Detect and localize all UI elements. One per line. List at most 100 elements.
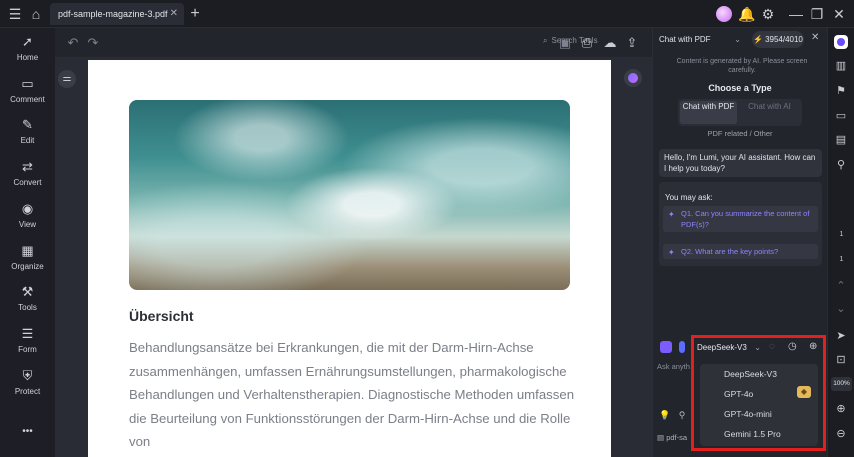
fields-icon[interactable]: ▤ xyxy=(833,132,849,148)
highlight-box xyxy=(691,335,826,451)
view-icon: ◉ xyxy=(21,201,34,216)
print-icon[interactable]: ⎙ xyxy=(579,35,595,51)
right-rail: ▥ ⚑ ▭ ▤ ⚲ 1 1 ⌃ ⌄ ➤ ⊡ 100% ⊕ ⊖ xyxy=(827,28,854,457)
sidebar-item-label: Home xyxy=(16,53,39,62)
file-icon: ▤ xyxy=(657,433,665,442)
page-down-icon[interactable]: ⌄ xyxy=(833,301,849,317)
filter-icon[interactable]: ⚌ xyxy=(58,70,76,88)
assistant-greeting: Hello, I'm Lumi, your AI assistant. How … xyxy=(659,149,822,177)
sidebar-item-edit[interactable]: ✎ Edit xyxy=(0,117,55,153)
sparkle-icon: ✦ xyxy=(668,210,675,219)
edit-icon: ✎ xyxy=(22,117,33,132)
sidebar-item-label: Convert xyxy=(13,178,42,187)
chevron-down-icon: ⌄ xyxy=(734,35,741,44)
sidebar-item-label: Tools xyxy=(18,303,37,312)
select-cursor-icon[interactable]: ➤ xyxy=(833,328,849,344)
credits-count: 3954/4010 xyxy=(765,35,803,44)
lightbulb-icon[interactable]: 💡 xyxy=(659,410,670,420)
chat-with-ai-option[interactable]: Chat with AI xyxy=(741,101,798,124)
page-total: 1 xyxy=(839,256,844,263)
sidebar-item-label: Organize xyxy=(11,262,44,271)
attached-file-name: pdf-sa xyxy=(666,433,688,442)
close-icon[interactable]: ✕ xyxy=(831,6,847,22)
chat-mode-select[interactable]: Chat with PDF ⌄ xyxy=(659,32,745,48)
ai-tool-2-icon[interactable] xyxy=(679,341,685,353)
sidebar-item-label: View xyxy=(18,220,37,229)
suggestion-q1-text: Q1. Can you summarize the content of PDF… xyxy=(681,209,810,229)
zoom-level[interactable]: 100% xyxy=(831,377,852,391)
sidebar-item-organize[interactable]: ▦ Organize xyxy=(0,243,55,279)
pdf-related-label: PDF related / Other xyxy=(707,129,773,138)
attached-file-chip[interactable]: ▤ pdf-sa xyxy=(657,433,687,442)
sidebar-item-protect[interactable]: ⛨ Protect xyxy=(0,368,55,404)
chat-with-pdf-option[interactable]: Chat with PDF xyxy=(680,101,737,124)
home-icon[interactable]: ⌂ xyxy=(28,6,44,22)
page-title: Übersicht xyxy=(129,308,194,324)
new-tab-icon[interactable]: + xyxy=(187,6,203,22)
sidebar-item-view[interactable]: ◉ View xyxy=(0,201,55,237)
sidebar-item-label: Form xyxy=(18,345,37,354)
sidebar-item-label: Edit xyxy=(20,136,35,145)
ask-input[interactable]: Ask anyth xyxy=(657,362,690,371)
wave-photo xyxy=(129,100,570,290)
title-bar: ☰ ⌂ pdf-sample-magazine-3.pdf ✕ + 🔔 ⚙ — … xyxy=(0,0,854,28)
save-icon[interactable]: ▣ xyxy=(557,35,573,51)
you-may-ask-label: You may ask: xyxy=(665,193,713,202)
rocket-icon: ➚ xyxy=(22,34,33,49)
sparkle-icon: ✦ xyxy=(668,248,675,257)
form-icon: ☰ xyxy=(21,326,34,341)
search-icon: ⌕ xyxy=(543,36,548,45)
suggestion-q2[interactable]: ✦ Q2. What are the key points? xyxy=(663,244,818,259)
suggestion-q1[interactable]: ✦ Q1. Can you summarize the content of P… xyxy=(663,206,818,232)
undo-icon[interactable]: ↶ xyxy=(65,35,81,51)
avatar[interactable] xyxy=(716,6,732,22)
suggestion-q2-text: Q2. What are the key points? xyxy=(681,247,779,256)
sidebar-item-form[interactable]: ☰ Form xyxy=(0,326,55,362)
redo-icon[interactable]: ↷ xyxy=(85,35,101,51)
type-segmented-control: Chat with PDF Chat with AI xyxy=(678,99,802,126)
attachment-icon[interactable]: ⚲ xyxy=(833,157,849,173)
pdf-page: Übersicht Behandlungsansätze bei Erkrank… xyxy=(88,60,611,457)
page-current[interactable]: 1 xyxy=(828,231,854,238)
comments-icon[interactable]: ▭ xyxy=(833,108,849,124)
ai-disclaimer: Content is generated by AI. Please scree… xyxy=(676,58,808,74)
sidebar-item-convert[interactable]: ⇄ Convert xyxy=(0,159,55,195)
bolt-icon: ⚡ xyxy=(753,35,764,44)
bell-icon[interactable]: 🔔 xyxy=(738,6,755,22)
document-toolbar: ↶ ↷ ⌕ Search Tools ▣ ⎙ ☁ ⇪ xyxy=(55,28,652,58)
lumi-assistant-icon[interactable] xyxy=(624,69,642,87)
menu-icon[interactable]: ☰ xyxy=(7,6,23,22)
fit-page-icon[interactable]: ⊡ xyxy=(833,352,849,368)
page-body-text: Behandlungsansätze bei Erkrankungen, die… xyxy=(129,340,575,449)
credits-badge[interactable]: ⚡ 3954/4010 xyxy=(752,31,804,48)
ai-assistant-icon[interactable] xyxy=(834,35,848,49)
comment-icon: ▭ xyxy=(21,76,34,91)
attach-icon[interactable]: ⚲ xyxy=(679,410,686,420)
sidebar-item-tools[interactable]: ⚒ Tools xyxy=(0,284,55,320)
close-panel-icon[interactable]: ✕ xyxy=(811,32,819,43)
zoom-out-icon[interactable]: ⊖ xyxy=(833,426,849,442)
sidebar-item-comment[interactable]: ▭ Comment xyxy=(0,76,55,112)
minimize-icon[interactable]: — xyxy=(788,6,804,22)
restore-icon[interactable]: ❐ xyxy=(809,6,825,22)
page-up-icon[interactable]: ⌃ xyxy=(833,278,849,294)
sidebar-item-home[interactable]: ➚ Home xyxy=(0,34,55,70)
input-tools: 💡 ⚲ xyxy=(659,410,685,421)
share-icon[interactable]: ⇪ xyxy=(624,35,640,51)
tools-icon: ⚒ xyxy=(21,284,34,299)
sidebar-item-label: Protect xyxy=(14,387,41,396)
cloud-upload-icon[interactable]: ☁ xyxy=(602,35,618,51)
organize-icon: ▦ xyxy=(21,243,34,258)
zoom-in-icon[interactable]: ⊕ xyxy=(833,401,849,417)
sidebar-item-label: Comment xyxy=(10,95,45,104)
more-icon[interactable]: ••• xyxy=(0,426,55,457)
tab-document[interactable]: pdf-sample-magazine-3.pdf ✕ xyxy=(50,3,184,25)
gear-icon[interactable]: ⚙ xyxy=(760,6,776,22)
tab-title: pdf-sample-magazine-3.pdf xyxy=(58,9,168,19)
choose-type-heading: Choose a Type xyxy=(708,83,772,93)
tab-close-icon[interactable]: ✕ xyxy=(170,3,178,25)
chat-mode-label: Chat with PDF xyxy=(659,35,711,44)
ai-tool-icon[interactable] xyxy=(660,341,672,353)
bookmark-icon[interactable]: ⚑ xyxy=(833,83,849,99)
thumbnails-icon[interactable]: ▥ xyxy=(833,58,849,74)
